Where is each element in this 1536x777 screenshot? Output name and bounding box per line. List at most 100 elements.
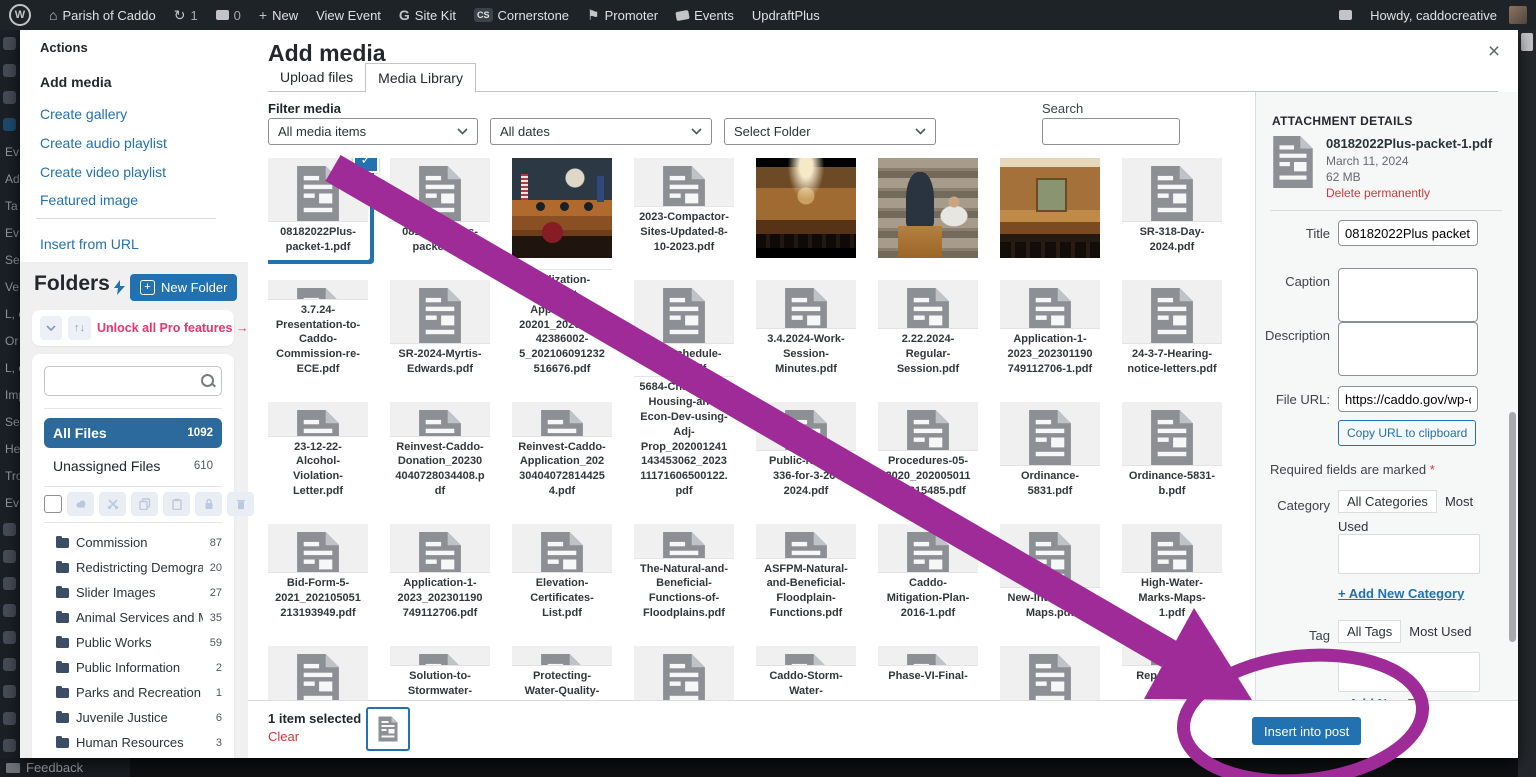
menu-item-insert-from-url[interactable]: Insert from URL <box>40 236 139 252</box>
sidebar-image-icon[interactable] <box>0 543 20 570</box>
category-list-box[interactable] <box>1338 534 1480 574</box>
date-filter-select[interactable]: All dates <box>490 118 712 145</box>
sidebar-jetpack-icon[interactable] <box>0 30 20 57</box>
media-item-document[interactable]: SR-318-Day-2024.pdf <box>1122 158 1222 258</box>
sidebar-item-fragment[interactable]: L, c <box>0 354 20 381</box>
media-item-document[interactable]: Fee-Schedule-2024.pdf <box>634 280 734 380</box>
sidebar-events-icon[interactable] <box>0 111 20 138</box>
sidebar-list2-icon[interactable] <box>0 732 20 758</box>
paste-icon[interactable] <box>163 492 190 516</box>
media-item-document[interactable]: ASFPM-Natural-and-Beneficial-Floodplain-… <box>756 524 856 624</box>
sidebar-item-feedback[interactable]: Feedback <box>0 758 136 777</box>
upload-icon[interactable] <box>67 492 94 516</box>
media-item-document[interactable]: Elevation-Certificates-List.pdf <box>512 524 612 624</box>
menu-item-featured-image[interactable]: Featured image <box>40 192 138 208</box>
menu-item-create-audio-playlist[interactable]: Create audio playlist <box>40 135 167 151</box>
sidebar-item-fragment[interactable]: Or <box>0 327 20 354</box>
media-item-document[interactable]: High-Water-Marks-Maps-1.pdf <box>1122 524 1222 624</box>
scrollbar-thumb[interactable] <box>1521 33 1533 51</box>
sidebar-item-fragment[interactable]: Se <box>0 246 20 273</box>
new-folder-button[interactable]: +New Folder <box>130 274 237 301</box>
folder-item[interactable]: Animal Services and Mosq35 <box>44 605 222 630</box>
site-kit-menu-item[interactable]: GSite Kit <box>390 0 465 30</box>
sort-folders-button[interactable]: ↑↓ <box>68 316 91 340</box>
selected-check-icon[interactable]: ✓ <box>353 158 379 173</box>
cut-icon[interactable] <box>99 492 126 516</box>
media-item-document[interactable]: Utilization-Permit-Application-20201_202… <box>512 280 612 380</box>
clear-selection-link[interactable]: Clear <box>268 729 299 744</box>
wordpress-menu-item[interactable]: W <box>0 0 40 30</box>
folder-item[interactable]: Slider Images27 <box>44 580 222 605</box>
sidebar-item-fragment[interactable]: Ev <box>0 219 20 246</box>
sidebar-cornerstone-icon[interactable] <box>0 57 20 84</box>
media-item-document[interactable]: 3.7.24-Presentation-to-Caddo-Commission-… <box>268 280 368 380</box>
folder-item[interactable]: Human Resources3 <box>44 730 222 755</box>
media-item-document[interactable]: Report-Phase <box>1122 646 1222 700</box>
folder-filter-select[interactable]: Select Folder <box>724 118 936 145</box>
media-item-document[interactable]: 2.22.2024-Regular-Session.pdf <box>878 280 978 380</box>
media-item-document[interactable] <box>1000 646 1100 700</box>
delete-icon[interactable] <box>227 492 254 516</box>
close-icon[interactable]: × <box>1480 38 1508 66</box>
media-item-document[interactable]: Public-Notice-336-for-3-26-2024.pdf <box>756 402 856 502</box>
collapse-folders-button[interactable] <box>40 316 62 340</box>
media-item-document[interactable] <box>268 646 368 700</box>
sidebar-people-icon[interactable] <box>0 597 20 624</box>
media-item-document[interactable] <box>634 646 734 700</box>
sidebar-hand-icon[interactable] <box>0 570 20 597</box>
copy-icon[interactable] <box>131 492 158 516</box>
insert-into-post-button[interactable]: Insert into post <box>1252 717 1361 745</box>
sidebar-list-icon[interactable] <box>0 516 20 543</box>
media-item-document[interactable]: Caddo-Storm-Water-Management- <box>756 646 856 700</box>
events-menu-item[interactable]: Events <box>667 0 743 30</box>
add-new-category-link[interactable]: + Add New Category <box>1338 586 1464 601</box>
updraftplus-menu-item[interactable]: UpdraftPlus <box>743 0 829 30</box>
media-item-document[interactable]: 08182022Plus-packet.pdf <box>390 158 490 258</box>
file-url-field[interactable] <box>1338 386 1478 412</box>
search-input[interactable] <box>1042 118 1180 145</box>
folder-all-files[interactable]: All Files 1092 <box>44 418 222 448</box>
folder-item[interactable]: Public Information2 <box>44 655 222 680</box>
copy-url-button[interactable]: Copy URL to clipboard <box>1338 420 1476 446</box>
description-field[interactable] <box>1338 322 1478 376</box>
media-item-document[interactable]: Caddo-Mitigation-Plan-2016-1.pdf <box>878 524 978 624</box>
folder-item[interactable]: Parks and Recreation1 <box>44 680 222 705</box>
media-item-document[interactable]: Application-1-2023_202301190749112706.pd… <box>390 524 490 624</box>
new-menu-item[interactable]: +New <box>250 0 307 30</box>
media-item-document[interactable]: The-Natural-and-Beneficial-Functions-of-… <box>634 524 734 624</box>
tab-upload-files[interactable]: Upload files <box>268 63 365 92</box>
tab-all-tags[interactable]: All Tags <box>1338 620 1401 643</box>
media-item-document[interactable]: 23-12-22-Alcohol-Violation-Letter.pdf <box>268 402 368 502</box>
menu-item-add-media[interactable]: Add media <box>40 74 112 90</box>
panel-scrollbar-thumb[interactable] <box>1509 412 1516 642</box>
sidebar-item-fragment[interactable]: Ev <box>0 489 20 516</box>
media-item-document[interactable]: Ordinance-5831.pdf <box>1000 402 1100 502</box>
folder-search-input[interactable] <box>44 366 222 396</box>
lock-icon[interactable] <box>195 492 222 516</box>
media-item-document[interactable]: Protecting-Water-Quality-from- <box>512 646 612 700</box>
delete-permanently-link[interactable]: Delete permanently <box>1326 186 1430 200</box>
media-type-select[interactable]: All media items <box>268 118 478 145</box>
sidebar-item-fragment[interactable]: Ta <box>0 192 20 219</box>
media-item-document[interactable]: SR-2024-Myrtis-Edwards.pdf <box>390 280 490 380</box>
view-event-menu-item[interactable]: View Event <box>307 0 390 30</box>
tab-media-library[interactable]: Media Library <box>365 63 476 93</box>
media-item-document[interactable]: Procedures-05-2020_202005011542315485.pd… <box>878 402 978 502</box>
folder-item[interactable]: Juvenile Justice6 <box>44 705 222 730</box>
folder-unassigned-files[interactable]: Unassigned Files 610 <box>44 454 222 478</box>
cornerstone-menu-item[interactable]: CSCornerstone <box>465 0 578 30</box>
browser-scrollbar[interactable] <box>1518 30 1536 777</box>
sidebar-video-icon[interactable] <box>0 705 20 732</box>
sidebar-item-fragment[interactable]: Ev <box>0 138 20 165</box>
folder-item[interactable]: Redistricting Demographi20 <box>44 555 222 580</box>
media-item-document[interactable]: Reinvest-Caddo-Application_2023040407281… <box>512 402 612 502</box>
sidebar-item-fragment[interactable]: Se <box>0 408 20 435</box>
media-item-document[interactable]: New-Interactive-Maps.pdf <box>1000 524 1100 624</box>
folder-item[interactable]: Commission87 <box>44 530 222 555</box>
comments-menu-item[interactable]: 0 <box>207 0 250 30</box>
unlock-pro-link[interactable]: Unlock all Pro features → <box>97 321 248 335</box>
sidebar-pin-icon[interactable] <box>0 84 20 111</box>
media-item-document[interactable]: 2023-Compactor-Sites-Updated-8-10-2023.p… <box>634 158 734 258</box>
sidebar-item-fragment[interactable]: Tro <box>0 462 20 489</box>
caption-field[interactable] <box>1338 268 1478 322</box>
